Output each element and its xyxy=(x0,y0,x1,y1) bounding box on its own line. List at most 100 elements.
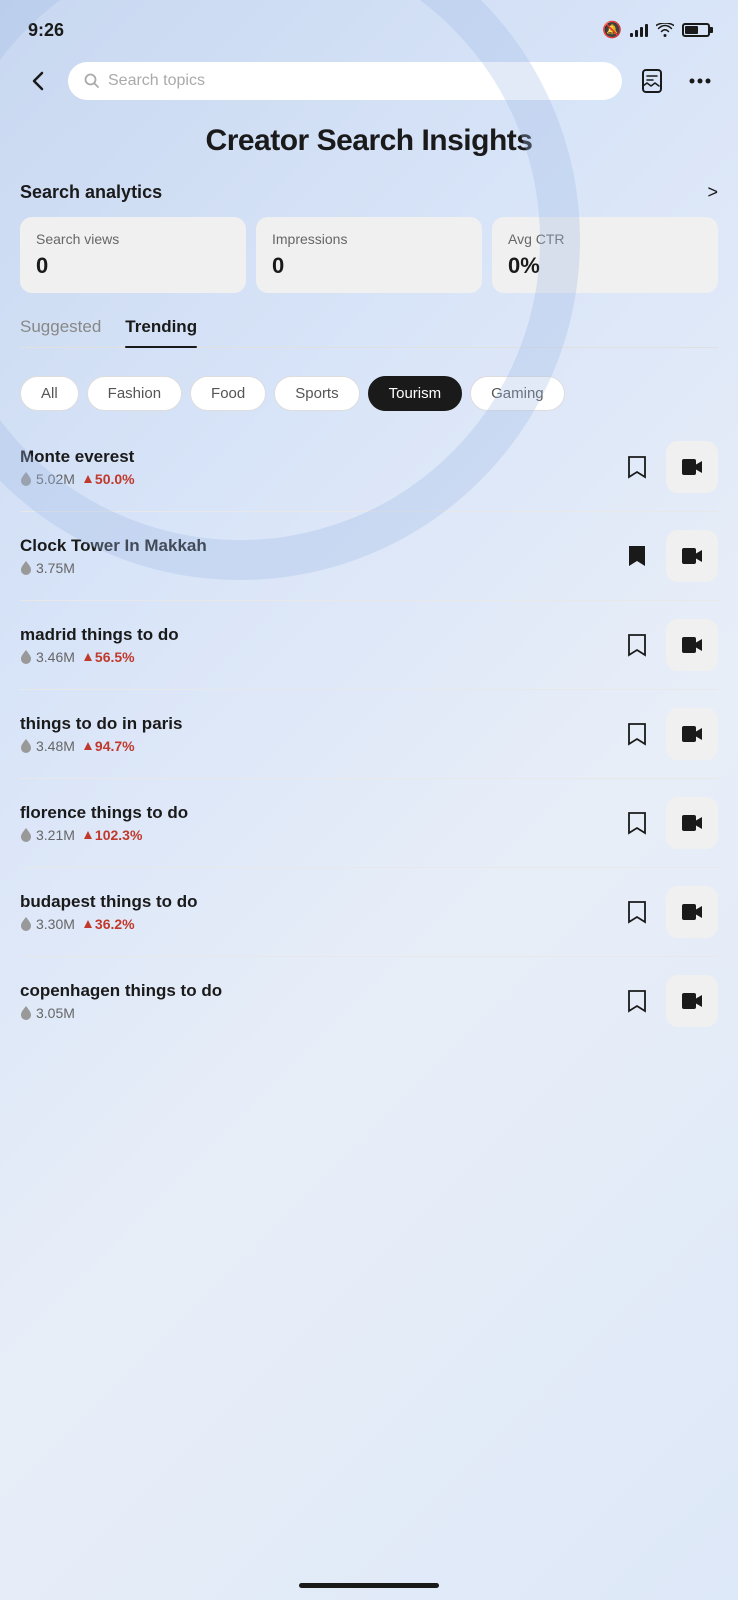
tab-trending[interactable]: Trending xyxy=(125,317,197,347)
bookmark-nav-button[interactable] xyxy=(634,63,670,99)
bookmark-button[interactable] xyxy=(618,626,656,664)
bookmark-button[interactable] xyxy=(618,715,656,753)
item-title: budapest things to do xyxy=(20,892,606,912)
signal-icon xyxy=(630,23,648,37)
analytics-more-button[interactable]: > xyxy=(707,182,718,203)
item-title: madrid things to do xyxy=(20,625,606,645)
chip-food[interactable]: Food xyxy=(190,376,266,411)
item-stats: 3.75M xyxy=(20,560,606,576)
impressions-card: Impressions 0 xyxy=(256,217,482,293)
bookmark-button[interactable] xyxy=(618,982,656,1020)
main-tabs: Suggested Trending xyxy=(20,317,718,348)
item-stats: 3.48M 94.7% xyxy=(20,738,606,754)
item-views: 3.46M xyxy=(20,649,75,665)
item-growth: 56.5% xyxy=(83,649,135,665)
bell-muted-icon: 🔕 xyxy=(602,20,622,40)
bookmark-button[interactable] xyxy=(618,537,656,575)
list-item: madrid things to do 3.46M 56.5% xyxy=(20,601,718,690)
item-growth: 102.3% xyxy=(83,827,142,843)
search-icon xyxy=(84,73,100,89)
item-views: 3.30M xyxy=(20,916,75,932)
item-info: Clock Tower In Makkah 3.75M xyxy=(20,536,606,576)
item-title: florence things to do xyxy=(20,803,606,823)
tabs-section: Suggested Trending xyxy=(0,293,738,348)
search-topics-input[interactable]: Search topics xyxy=(68,62,622,100)
chip-all[interactable]: All xyxy=(20,376,79,411)
create-video-button[interactable] xyxy=(666,886,718,938)
item-info: budapest things to do 3.30M 36.2% xyxy=(20,892,606,932)
analytics-header: Search analytics > xyxy=(20,182,718,203)
tab-suggested[interactable]: Suggested xyxy=(20,317,101,347)
avg-ctr-value: 0% xyxy=(508,253,702,279)
chip-tourism[interactable]: Tourism xyxy=(368,376,463,411)
filter-chips: All Fashion Food Sports Tourism Gaming xyxy=(0,364,738,423)
bookmark-button[interactable] xyxy=(618,448,656,486)
wifi-icon xyxy=(656,23,674,37)
create-video-button[interactable] xyxy=(666,975,718,1027)
status-icons: 🔕 xyxy=(602,20,710,40)
list-item: Clock Tower In Makkah 3.75M xyxy=(20,512,718,601)
item-stats: 3.46M 56.5% xyxy=(20,649,606,665)
item-title: Monte everest xyxy=(20,447,606,467)
list-item: things to do in paris 3.48M 94.7% xyxy=(20,690,718,779)
item-actions xyxy=(618,708,718,760)
item-actions xyxy=(618,530,718,582)
status-time: 9:26 xyxy=(28,20,64,41)
trending-list: Monte everest 5.02M 50.0% xyxy=(0,423,738,1045)
analytics-title: Search analytics xyxy=(20,182,162,203)
search-views-card: Search views 0 xyxy=(20,217,246,293)
item-title: things to do in paris xyxy=(20,714,606,734)
bookmark-button[interactable] xyxy=(618,804,656,842)
home-indicator xyxy=(299,1583,439,1588)
bookmark-button[interactable] xyxy=(618,893,656,931)
chip-sports[interactable]: Sports xyxy=(274,376,359,411)
item-views: 3.05M xyxy=(20,1005,75,1021)
create-video-button[interactable] xyxy=(666,619,718,671)
item-stats: 3.05M xyxy=(20,1005,606,1021)
status-bar: 9:26 🔕 xyxy=(0,0,738,54)
item-actions xyxy=(618,975,718,1027)
list-item: florence things to do 3.21M 102.3% xyxy=(20,779,718,868)
item-actions xyxy=(618,886,718,938)
item-stats: 3.21M 102.3% xyxy=(20,827,606,843)
item-growth: 50.0% xyxy=(83,471,135,487)
chip-fashion[interactable]: Fashion xyxy=(87,376,182,411)
search-placeholder: Search topics xyxy=(108,72,205,90)
item-actions xyxy=(618,619,718,671)
item-info: copenhagen things to do 3.05M xyxy=(20,981,606,1021)
search-views-label: Search views xyxy=(36,231,230,247)
item-actions xyxy=(618,441,718,493)
item-views: 3.21M xyxy=(20,827,75,843)
item-growth: 94.7% xyxy=(83,738,135,754)
search-views-value: 0 xyxy=(36,253,230,279)
avg-ctr-card: Avg CTR 0% xyxy=(492,217,718,293)
item-title: Clock Tower In Makkah xyxy=(20,536,606,556)
item-info: Monte everest 5.02M 50.0% xyxy=(20,447,606,487)
item-info: madrid things to do 3.46M 56.5% xyxy=(20,625,606,665)
item-views: 5.02M xyxy=(20,471,75,487)
back-button[interactable] xyxy=(20,63,56,99)
analytics-cards: Search views 0 Impressions 0 Avg CTR 0% xyxy=(20,217,718,293)
more-options-button[interactable] xyxy=(682,63,718,99)
impressions-label: Impressions xyxy=(272,231,466,247)
analytics-section: Search analytics > Search views 0 Impres… xyxy=(0,182,738,293)
battery-icon xyxy=(682,23,710,37)
create-video-button[interactable] xyxy=(666,441,718,493)
item-growth: 36.2% xyxy=(83,916,135,932)
page-title-section: Creator Search Insights xyxy=(0,108,738,182)
create-video-button[interactable] xyxy=(666,797,718,849)
create-video-button[interactable] xyxy=(666,530,718,582)
list-item: copenhagen things to do 3.05M xyxy=(20,957,718,1045)
avg-ctr-label: Avg CTR xyxy=(508,231,702,247)
page-title: Creator Search Insights xyxy=(24,124,714,158)
nav-bar: Search topics xyxy=(0,54,738,108)
item-views: 3.48M xyxy=(20,738,75,754)
item-title: copenhagen things to do xyxy=(20,981,606,1001)
item-stats: 5.02M 50.0% xyxy=(20,471,606,487)
item-actions xyxy=(618,797,718,849)
chip-gaming[interactable]: Gaming xyxy=(470,376,565,411)
create-video-button[interactable] xyxy=(666,708,718,760)
impressions-value: 0 xyxy=(272,253,466,279)
item-views: 3.75M xyxy=(20,560,75,576)
item-stats: 3.30M 36.2% xyxy=(20,916,606,932)
